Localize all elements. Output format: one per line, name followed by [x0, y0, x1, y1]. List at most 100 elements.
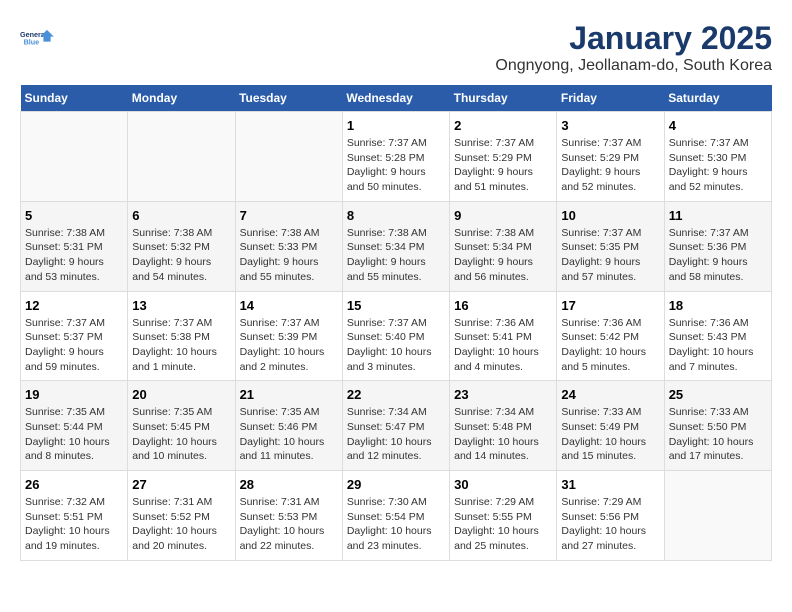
calendar-cell: 16Sunrise: 7:36 AMSunset: 5:41 PMDayligh… — [450, 291, 557, 381]
day-number: 12 — [25, 298, 123, 313]
calendar-cell: 6 Sunrise: 7:38 AMSunset: 5:32 PMDaylight… — [128, 201, 235, 291]
day-number: 3 — [561, 118, 659, 133]
calendar-cell: 15 Sunrise: 7:37 AMSunset: 5:40 PMDayligh… — [342, 291, 449, 381]
day-number: 18 — [669, 298, 767, 313]
calendar-week-row: 26Sunrise: 7:32 AMSunset: 5:51 PMDayligh… — [21, 471, 772, 561]
calendar-cell: 7 Sunrise: 7:38 AMSunset: 5:33 PMDaylight… — [235, 201, 342, 291]
day-details: Sunrise: 7:38 AMSunset: 5:33 PMDaylight:… — [240, 226, 338, 285]
calendar-cell — [664, 471, 771, 561]
day-details: Sunrise: 7:36 AMSunset: 5:42 PMDaylight:… — [561, 316, 659, 375]
day-details: Sunrise: 7:37 AMSunset: 5:36 PMDaylight:… — [669, 226, 767, 285]
day-details: Sunrise: 7:31 AMSunset: 5:52 PMDaylight:… — [132, 495, 230, 554]
calendar-week-row: 12 Sunrise: 7:37 AMSunset: 5:37 PMDayligh… — [21, 291, 772, 381]
day-number: 4 — [669, 118, 767, 133]
calendar-cell: 31Sunrise: 7:29 AMSunset: 5:56 PMDayligh… — [557, 471, 664, 561]
calendar-cell: 28Sunrise: 7:31 AMSunset: 5:53 PMDayligh… — [235, 471, 342, 561]
day-details: Sunrise: 7:34 AMSunset: 5:47 PMDaylight:… — [347, 405, 445, 464]
day-details: Sunrise: 7:37 AMSunset: 5:38 PMDaylight:… — [132, 316, 230, 375]
title-block: January 2025 Ongnyong, Jeollanam-do, Sou… — [495, 20, 772, 75]
day-details: Sunrise: 7:29 AMSunset: 5:55 PMDaylight:… — [454, 495, 552, 554]
page-subtitle: Ongnyong, Jeollanam-do, South Korea — [495, 57, 772, 75]
calendar-cell: 29 Sunrise: 7:30 AMSunset: 5:54 PMDayligh… — [342, 471, 449, 561]
calendar-cell — [128, 112, 235, 202]
day-details: Sunrise: 7:37 AMSunset: 5:30 PMDaylight:… — [669, 136, 767, 195]
day-number: 13 — [132, 298, 230, 313]
day-details: Sunrise: 7:33 AMSunset: 5:50 PMDaylight:… — [669, 405, 767, 464]
day-details: Sunrise: 7:38 AMSunset: 5:31 PMDaylight:… — [25, 226, 123, 285]
day-details: Sunrise: 7:37 AMSunset: 5:29 PMDaylight:… — [561, 136, 659, 195]
page-title: January 2025 — [495, 20, 772, 57]
day-details: Sunrise: 7:29 AMSunset: 5:56 PMDaylight:… — [561, 495, 659, 554]
day-number: 10 — [561, 208, 659, 223]
calendar-cell — [21, 112, 128, 202]
day-number: 17 — [561, 298, 659, 313]
day-number: 27 — [132, 477, 230, 492]
day-number: 5 — [25, 208, 123, 223]
calendar-cell: 11 Sunrise: 7:37 AMSunset: 5:36 PMDayligh… — [664, 201, 771, 291]
calendar-week-row: 5 Sunrise: 7:38 AMSunset: 5:31 PMDaylight… — [21, 201, 772, 291]
calendar-cell: 24 Sunrise: 7:33 AMSunset: 5:49 PMDayligh… — [557, 381, 664, 471]
day-details: Sunrise: 7:37 AMSunset: 5:39 PMDaylight:… — [240, 316, 338, 375]
day-details: Sunrise: 7:30 AMSunset: 5:54 PMDaylight:… — [347, 495, 445, 554]
page-header: GeneralBlue January 2025 Ongnyong, Jeoll… — [20, 20, 772, 75]
day-number: 24 — [561, 387, 659, 402]
weekday-header: Monday — [128, 85, 235, 112]
calendar-cell: 14Sunrise: 7:37 AMSunset: 5:39 PMDayligh… — [235, 291, 342, 381]
calendar-table: SundayMondayTuesdayWednesdayThursdayFrid… — [20, 85, 772, 561]
weekday-header: Wednesday — [342, 85, 449, 112]
calendar-cell: 17 Sunrise: 7:36 AMSunset: 5:42 PMDayligh… — [557, 291, 664, 381]
weekday-header: Sunday — [21, 85, 128, 112]
day-number: 6 — [132, 208, 230, 223]
day-number: 22 — [347, 387, 445, 402]
day-details: Sunrise: 7:37 AMSunset: 5:29 PMDaylight:… — [454, 136, 552, 195]
calendar-week-row: 19 Sunrise: 7:35 AMSunset: 5:44 PMDayligh… — [21, 381, 772, 471]
day-number: 16 — [454, 298, 552, 313]
calendar-cell: 10Sunrise: 7:37 AMSunset: 5:35 PMDayligh… — [557, 201, 664, 291]
day-number: 7 — [240, 208, 338, 223]
calendar-cell: 1 Sunrise: 7:37 AMSunset: 5:28 PMDaylight… — [342, 112, 449, 202]
calendar-cell: 26Sunrise: 7:32 AMSunset: 5:51 PMDayligh… — [21, 471, 128, 561]
day-details: Sunrise: 7:37 AMSunset: 5:28 PMDaylight:… — [347, 136, 445, 195]
day-number: 11 — [669, 208, 767, 223]
day-details: Sunrise: 7:35 AMSunset: 5:45 PMDaylight:… — [132, 405, 230, 464]
day-details: Sunrise: 7:38 AMSunset: 5:32 PMDaylight:… — [132, 226, 230, 285]
weekday-header: Friday — [557, 85, 664, 112]
day-number: 15 — [347, 298, 445, 313]
day-details: Sunrise: 7:37 AMSunset: 5:40 PMDaylight:… — [347, 316, 445, 375]
day-number: 9 — [454, 208, 552, 223]
day-number: 26 — [25, 477, 123, 492]
weekday-header: Tuesday — [235, 85, 342, 112]
day-details: Sunrise: 7:34 AMSunset: 5:48 PMDaylight:… — [454, 405, 552, 464]
day-number: 29 — [347, 477, 445, 492]
calendar-cell: 2Sunrise: 7:37 AMSunset: 5:29 PMDaylight… — [450, 112, 557, 202]
calendar-cell: 5 Sunrise: 7:38 AMSunset: 5:31 PMDaylight… — [21, 201, 128, 291]
calendar-cell: 22 Sunrise: 7:34 AMSunset: 5:47 PMDayligh… — [342, 381, 449, 471]
svg-text:Blue: Blue — [24, 37, 40, 46]
day-details: Sunrise: 7:37 AMSunset: 5:37 PMDaylight:… — [25, 316, 123, 375]
calendar-cell: 12 Sunrise: 7:37 AMSunset: 5:37 PMDayligh… — [21, 291, 128, 381]
day-number: 30 — [454, 477, 552, 492]
weekday-header: Saturday — [664, 85, 771, 112]
calendar-week-row: 1 Sunrise: 7:37 AMSunset: 5:28 PMDaylight… — [21, 112, 772, 202]
day-details: Sunrise: 7:35 AMSunset: 5:44 PMDaylight:… — [25, 405, 123, 464]
calendar-cell — [235, 112, 342, 202]
day-details: Sunrise: 7:33 AMSunset: 5:49 PMDaylight:… — [561, 405, 659, 464]
day-number: 20 — [132, 387, 230, 402]
calendar-cell: 9 Sunrise: 7:38 AMSunset: 5:34 PMDaylight… — [450, 201, 557, 291]
day-number: 1 — [347, 118, 445, 133]
calendar-cell: 3 Sunrise: 7:37 AMSunset: 5:29 PMDaylight… — [557, 112, 664, 202]
calendar-cell: 18Sunrise: 7:36 AMSunset: 5:43 PMDayligh… — [664, 291, 771, 381]
day-details: Sunrise: 7:35 AMSunset: 5:46 PMDaylight:… — [240, 405, 338, 464]
calendar-cell: 4 Sunrise: 7:37 AMSunset: 5:30 PMDaylight… — [664, 112, 771, 202]
day-number: 19 — [25, 387, 123, 402]
weekday-header-row: SundayMondayTuesdayWednesdayThursdayFrid… — [21, 85, 772, 112]
weekday-header: Thursday — [450, 85, 557, 112]
logo-icon: GeneralBlue — [20, 20, 56, 56]
day-number: 28 — [240, 477, 338, 492]
day-details: Sunrise: 7:38 AMSunset: 5:34 PMDaylight:… — [454, 226, 552, 285]
calendar-cell: 8Sunrise: 7:38 AMSunset: 5:34 PMDaylight… — [342, 201, 449, 291]
calendar-cell: 27 Sunrise: 7:31 AMSunset: 5:52 PMDayligh… — [128, 471, 235, 561]
calendar-cell: 19 Sunrise: 7:35 AMSunset: 5:44 PMDayligh… — [21, 381, 128, 471]
calendar-cell: 20 Sunrise: 7:35 AMSunset: 5:45 PMDayligh… — [128, 381, 235, 471]
calendar-cell: 30 Sunrise: 7:29 AMSunset: 5:55 PMDayligh… — [450, 471, 557, 561]
